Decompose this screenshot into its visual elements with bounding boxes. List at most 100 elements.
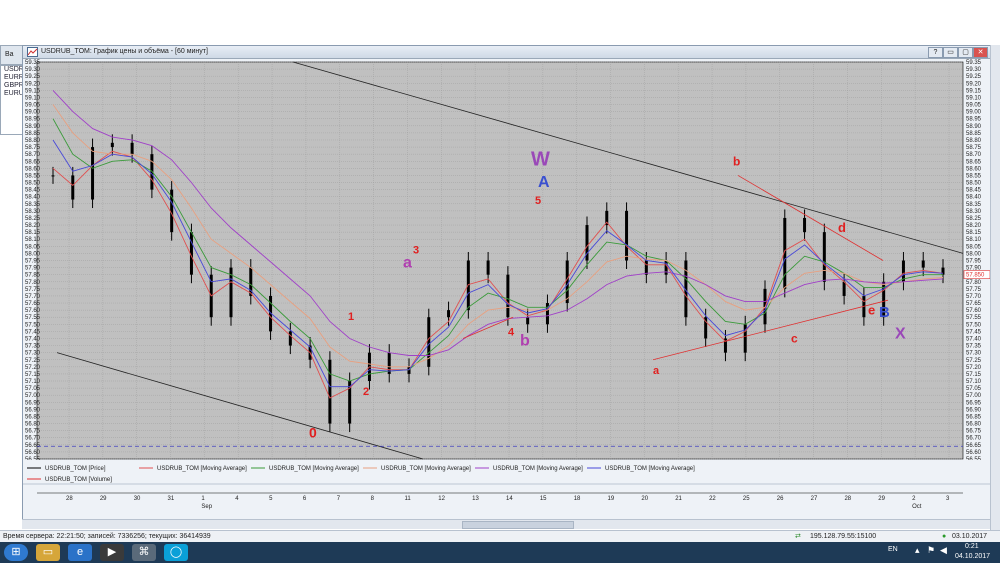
y-tick-label-right: 58.45 [966,188,982,194]
close-button[interactable]: ✕ [973,47,988,58]
x-month-label: Sep [201,504,212,510]
y-tick-label-right: 58.65 [966,159,982,165]
x-tick-label: 12 [438,496,445,502]
price-candle [625,210,629,261]
y-tick-label-right: 57.35 [966,344,982,350]
chart-window: USDRUB_TOM: График цены и объёма - [60 м… [22,45,992,522]
y-tick-label-left: 58.60 [25,166,41,172]
trading-app-icon[interactable]: ◯ [164,544,188,561]
vertical-scrollbar[interactable] [990,45,1000,530]
y-tick-label-left: 58.30 [25,209,41,215]
y-tick-label-right: 58.25 [966,216,982,222]
price-candle [506,274,510,318]
x-tick-label: 7 [337,496,341,502]
x-tick-label: 19 [608,496,615,502]
y-tick-label-right: 57.30 [966,351,982,357]
y-tick-label-left: 59.05 [25,103,41,109]
y-tick-label-left: 57.50 [25,322,41,328]
y-tick-label-left: 58.45 [25,188,41,194]
x-tick-label: 13 [472,496,479,502]
help-button[interactable]: ? [928,47,943,58]
x-tick-label: 31 [168,496,175,502]
wave-label: e [868,302,875,317]
y-tick-label-right: 58.75 [966,145,982,151]
y-tick-label-right: 56.90 [966,407,982,413]
x-tick-label: 21 [675,496,682,502]
x-tick-label: 29 [100,496,107,502]
y-tick-label-left: 56.85 [25,414,41,420]
minimize-button[interactable]: ▭ [943,47,958,58]
x-tick-label: 1 [201,496,205,502]
y-tick-label-right: 57.00 [966,393,982,399]
price-candle [130,142,134,155]
instrument-item[interactable]: EURR [1,74,23,82]
instrument-item[interactable]: GBPR [1,82,23,90]
price-candle [842,281,846,296]
wave-label: 5 [535,195,541,207]
y-tick-label-left: 58.15 [25,230,41,236]
y-tick-label-left: 59.10 [25,95,41,101]
y-tick-label-left: 59.20 [25,81,41,87]
horizontal-scrollbar[interactable] [22,519,990,529]
y-tick-label-right: 57.75 [966,287,982,293]
price-candle [822,232,826,282]
x-tick-label: 20 [641,496,648,502]
browser-icon[interactable]: e [68,544,92,561]
y-tick-label-right: 57.25 [966,358,982,364]
y-tick-label-right: 57.40 [966,336,982,342]
y-tick-label-left: 57.90 [25,266,41,272]
y-tick-label-left: 58.70 [25,152,41,158]
x-month-label: Oct [912,504,922,510]
wave-label: a [653,365,660,377]
y-tick-label-left: 57.70 [25,294,41,300]
wave-label: d [838,220,846,235]
x-tick-label: 25 [743,496,750,502]
window-titlebar[interactable]: USDRUB_TOM: График цены и объёма - [60 м… [23,46,991,59]
y-tick-label-right: 56.95 [966,400,982,406]
start-orb-icon[interactable]: ⊞ [4,544,28,561]
wave-label: W [531,149,550,171]
y-tick-label-left: 57.95 [25,259,41,265]
network-icon[interactable]: ⌘ [132,544,156,561]
legend-entry: USDRUB_TOM [Moving Average] [381,466,471,472]
scroll-thumb[interactable] [462,521,574,529]
volume-legend-entry: USDRUB_TOM [Volume] [45,477,112,483]
y-tick-label-left: 58.40 [25,195,41,201]
x-tick-label: 3 [946,496,950,502]
instrument-item[interactable]: USDRU [1,66,23,74]
y-tick-label-right: 57.15 [966,372,982,378]
y-tick-label-left: 56.95 [25,400,41,406]
volume-icon[interactable]: ◀ [940,545,947,556]
legend-entry: USDRUB_TOM [Moving Average] [269,466,359,472]
price-candle [664,260,668,275]
y-tick-label-left: 57.30 [25,351,41,357]
flag-icon[interactable]: ⚑ [927,545,935,556]
x-tick-label: 14 [506,496,513,502]
y-tick-label-left: 57.55 [25,315,41,321]
y-tick-label-left: 59.25 [25,74,41,80]
y-tick-label-right: 58.15 [966,230,982,236]
y-tick-label-right: 58.55 [966,173,982,179]
y-tick-label-right: 58.05 [966,244,982,250]
y-tick-label-right: 59.25 [966,74,982,80]
price-candle [803,217,807,233]
instrument-list: USDRU EURR GBPR EURU [0,65,24,135]
media-player-icon[interactable]: ▶ [100,544,124,561]
wave-label: 0 [309,425,317,441]
tray-arrow-icon[interactable]: ▴ [915,545,920,556]
y-tick-label-right: 56.60 [966,450,982,456]
y-tick-label-left: 57.00 [25,393,41,399]
instrument-item[interactable]: EURU [1,90,23,98]
clock-time[interactable]: 0:21 [965,543,979,550]
legend-entry: USDRUB_TOM [Moving Average] [157,466,247,472]
chart-app-icon [27,47,38,57]
y-tick-label-left: 56.65 [25,443,41,449]
wave-label: b [733,155,740,169]
wave-label: 1 [348,311,354,323]
price-chart[interactable]: 59.3559.3559.3059.3059.2559.2559.2059.20… [23,59,991,519]
clock-date[interactable]: 04.10.2017 [955,553,990,560]
maximize-button[interactable]: ▢ [958,47,973,58]
language-indicator[interactable]: EN [888,546,898,553]
y-tick-label-right: 58.80 [966,138,982,144]
folder-icon[interactable]: ▭ [36,544,60,561]
